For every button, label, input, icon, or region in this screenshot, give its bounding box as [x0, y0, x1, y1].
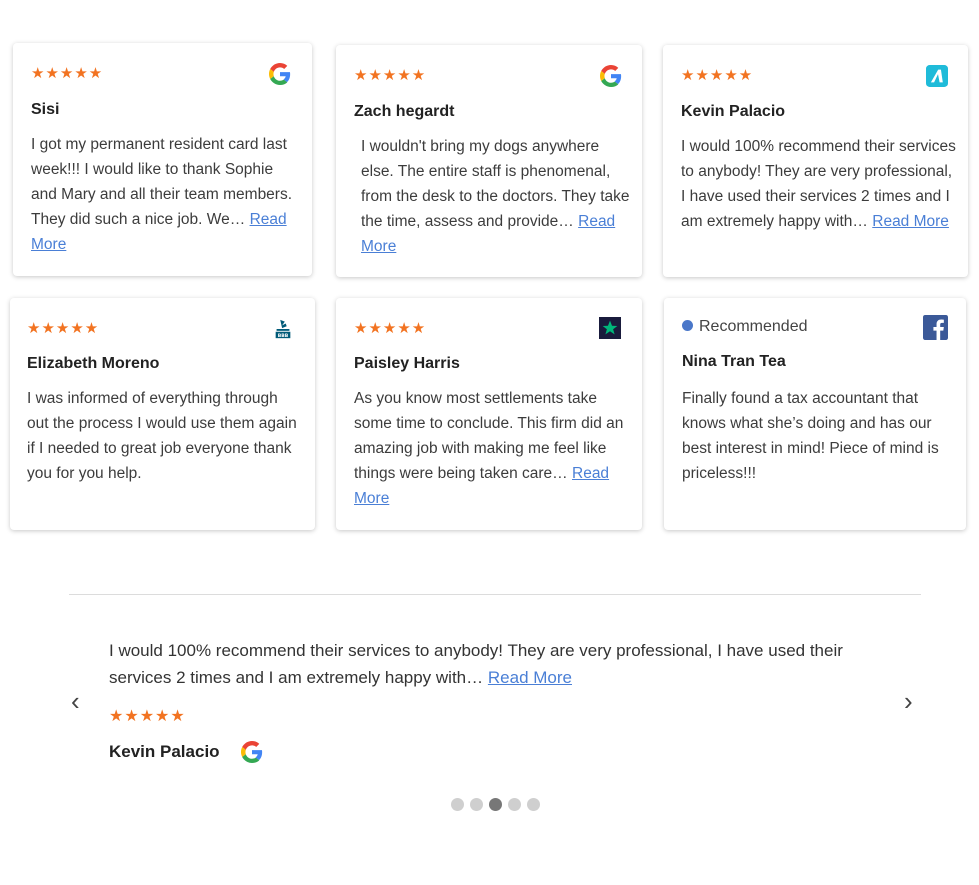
pagination-dot[interactable]: [470, 798, 483, 811]
review-text: Finally found a tax accountant that know…: [682, 386, 954, 486]
recommended-dot-icon: [682, 320, 693, 331]
next-arrow-button[interactable]: ›: [904, 688, 913, 714]
review-card: ★★★★★ Kevin Palacio I would 100% recomme…: [663, 45, 968, 277]
review-text: I was informed of everything through out…: [27, 386, 302, 486]
prev-arrow-button[interactable]: ‹: [71, 688, 80, 714]
slider-pagination: [451, 798, 546, 816]
svg-text:BBB: BBB: [278, 333, 289, 339]
recommended-text: Recommended: [699, 318, 808, 335]
pagination-dot[interactable]: [489, 798, 502, 811]
review-card: ★★★★★ Sisi I got my permanent resident c…: [13, 43, 312, 276]
review-text: I wouldn't bring my dogs anywhere else. …: [361, 134, 631, 259]
slide-review-body: I would 100% recommend their services to…: [109, 641, 843, 687]
rating-stars: ★★★★★: [31, 65, 104, 82]
bbb-icon: BBB: [275, 319, 291, 339]
review-card: ★★★★★ Zach hegardt I wouldn't bring my d…: [336, 45, 642, 277]
recommended-label: Recommended: [682, 317, 808, 337]
reviewer-name: Elizabeth Moreno: [27, 355, 160, 372]
reviewer-name: Zach hegardt: [354, 103, 455, 120]
reviewer-name: Paisley Harris: [354, 355, 460, 372]
facebook-icon: [923, 315, 948, 340]
review-text: I got my permanent resident card last we…: [31, 132, 301, 257]
a-logo-icon: [926, 65, 948, 87]
slide-read-more-link[interactable]: Read More: [488, 668, 572, 687]
reviewer-name: Nina Tran Tea: [682, 353, 786, 370]
section-divider: [69, 594, 921, 595]
pagination-dot[interactable]: [527, 798, 540, 811]
review-text-body: Finally found a tax accountant that know…: [682, 390, 939, 482]
reviewer-name: Kevin Palacio: [681, 103, 786, 120]
rating-stars: ★★★★★: [27, 320, 100, 337]
review-text: I would 100% recommend their services to…: [681, 134, 956, 234]
pagination-dot[interactable]: [451, 798, 464, 811]
slide-review-text: I would 100% recommend their services to…: [109, 637, 889, 691]
google-icon: [241, 741, 263, 763]
review-text: As you know most settlements take some t…: [354, 386, 629, 511]
review-text-body: I was informed of everything through out…: [27, 390, 297, 482]
google-icon: [600, 65, 622, 87]
read-more-link[interactable]: Read More: [872, 213, 949, 230]
pagination-dot[interactable]: [508, 798, 521, 811]
review-card: ★★★★★ Paisley Harris As you know most se…: [336, 298, 642, 530]
review-card: Recommended Nina Tran Tea Finally found …: [664, 298, 966, 530]
google-icon: [269, 63, 291, 85]
slide-rating-stars: ★★★★★: [109, 708, 186, 725]
rating-stars: ★★★★★: [681, 67, 754, 84]
rating-stars: ★★★★★: [354, 320, 427, 337]
reviewer-name: Sisi: [31, 101, 60, 118]
slide-reviewer-name: Kevin Palacio: [109, 742, 220, 761]
trustpilot-icon: [599, 317, 621, 339]
rating-stars: ★★★★★: [354, 67, 427, 84]
review-card: ★★★★★ BBB Elizabeth Moreno I was informe…: [10, 298, 315, 530]
